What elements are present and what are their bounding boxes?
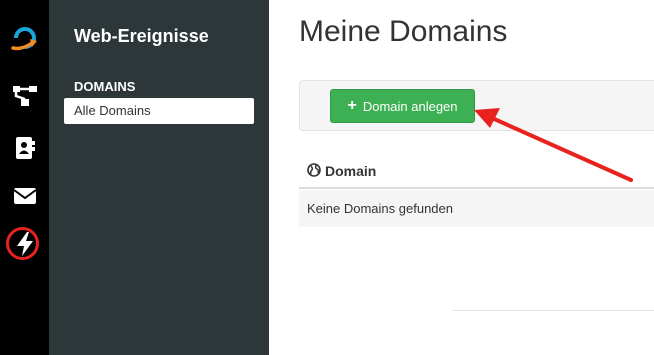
- icon-rail: [0, 0, 49, 355]
- main-content: Meine Domains + Domain anlegen Domain Ke…: [269, 0, 654, 355]
- toolbar: + Domain anlegen: [299, 80, 654, 131]
- divider: [452, 310, 654, 311]
- sidebar-item-all-domains[interactable]: Alle Domains: [64, 98, 254, 124]
- sidebar-title: Web-Ereignisse: [74, 26, 209, 46]
- add-domain-button-label: Domain anlegen: [362, 98, 458, 114]
- table-header: Domain: [299, 155, 654, 189]
- lightning-icon[interactable]: [0, 224, 49, 264]
- sidebar: Web-Ereignisse DOMAINS Alle Domains: [49, 0, 269, 355]
- globe-icon: [307, 162, 321, 180]
- sitemap-icon[interactable]: [0, 76, 49, 116]
- contacts-icon[interactable]: [0, 128, 49, 168]
- logo-icon[interactable]: [0, 18, 49, 58]
- column-header-domain[interactable]: Domain: [325, 163, 376, 179]
- add-domain-button[interactable]: + Domain anlegen: [330, 89, 475, 123]
- sidebar-section-domains: DOMAINS: [74, 79, 136, 94]
- envelope-icon[interactable]: [0, 176, 49, 216]
- plus-icon: +: [347, 97, 357, 114]
- empty-message: Keine Domains gefunden: [307, 201, 453, 216]
- page-title: Meine Domains: [299, 15, 508, 48]
- table-empty-row: Keine Domains gefunden: [299, 190, 654, 227]
